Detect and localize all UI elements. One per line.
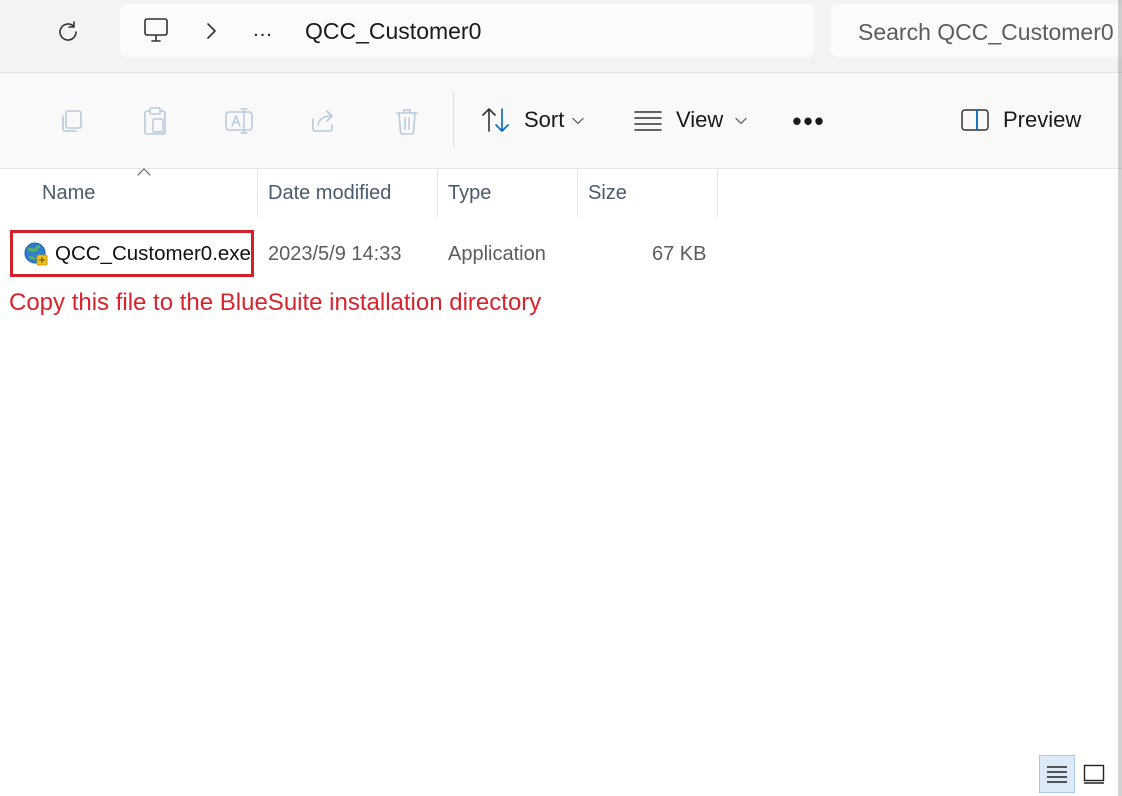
window-border [1118,0,1122,796]
delete-icon[interactable] [390,104,424,138]
view-icon [634,111,662,131]
column-date-modified[interactable]: Date modified [258,169,438,217]
address-bar: ... QCC_Customer0 Search QCC_Customer0 [0,0,1122,73]
large-icons-view-icon [1083,764,1105,784]
toolbar-separator [453,92,454,146]
breadcrumb[interactable]: ... QCC_Customer0 [120,4,814,57]
breadcrumb-overflow-button[interactable]: ... [248,16,278,44]
annotation-text: Copy this file to the BlueSuite installa… [9,289,542,316]
refresh-icon [59,21,77,41]
file-row[interactable]: QCC_Customer0.exe 2023/5/9 14:33 Applica… [10,230,720,277]
sort-button[interactable]: Sort [480,97,585,143]
search-input[interactable]: Search QCC_Customer0 [831,4,1122,57]
column-size-label: Size [588,181,627,204]
chevron-down-icon [572,117,585,125]
refresh-button[interactable] [44,10,92,54]
column-name[interactable]: Name [0,169,258,217]
sort-label: Sort [524,107,565,132]
large-icons-view-button[interactable] [1076,755,1112,793]
file-name: QCC_Customer0.exe [55,241,251,265]
application-globe-icon [24,242,48,265]
view-button[interactable]: View [633,97,747,143]
chevron-right-icon[interactable] [204,22,218,45]
this-pc-icon[interactable] [142,16,170,49]
file-date: 2023/5/9 14:33 [268,243,402,265]
preview-pane-icon [961,109,989,131]
command-bar: Sort View ••• Preview [0,73,1122,169]
file-size: 67 KB [652,243,707,265]
search-placeholder: Search QCC_Customer0 [858,19,1114,45]
column-name-label: Name [42,181,96,204]
preview-pane-button[interactable]: Preview [960,97,1081,143]
column-size[interactable]: Size [578,169,718,217]
preview-label: Preview [1003,107,1082,132]
paste-icon[interactable] [138,104,172,138]
rename-icon[interactable] [222,104,256,138]
copy-icon[interactable] [54,104,88,138]
file-name-highlight[interactable]: QCC_Customer0.exe [10,230,254,277]
share-icon[interactable] [306,104,340,138]
details-view-button[interactable] [1039,755,1075,793]
file-type: Application [448,243,546,265]
details-view-icon [1047,766,1067,783]
column-header: Name Date modified Type Size [0,169,1122,217]
column-date-label: Date modified [268,181,392,204]
column-type[interactable]: Type [438,169,578,217]
column-type-label: Type [448,181,492,204]
sort-icon [482,108,509,132]
see-more-button[interactable]: ••• [790,103,828,139]
chevron-down-icon [735,117,747,125]
view-label: View [676,107,724,132]
breadcrumb-current-folder[interactable]: QCC_Customer0 [305,18,481,45]
